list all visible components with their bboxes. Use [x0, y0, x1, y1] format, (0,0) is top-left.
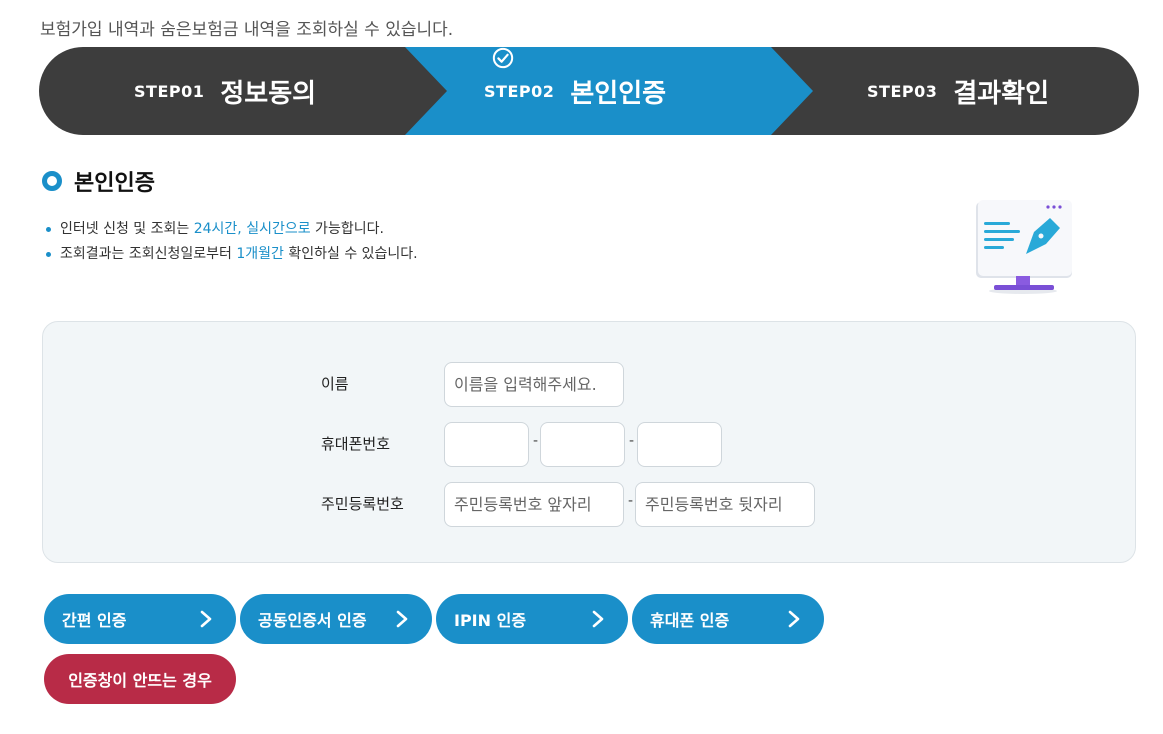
phone-input-2[interactable]	[540, 422, 625, 467]
section-title: 본인인증	[74, 171, 155, 196]
phone-separator: -	[533, 433, 539, 449]
step-1-title: 정보동의	[220, 78, 317, 109]
step-1-number: STEP01	[134, 81, 205, 101]
rrn-label: 주민등록번호	[321, 495, 404, 513]
simple-auth-button[interactable]: 간편 인증	[44, 594, 236, 644]
step-3-number: STEP03	[867, 81, 938, 101]
auth-popup-help-button[interactable]: 인증창이 안뜨는 경우	[44, 654, 236, 704]
name-input[interactable]	[444, 362, 624, 407]
chevron-right-icon	[592, 610, 604, 628]
phone-auth-label: 휴대폰 인증	[650, 611, 730, 630]
page-intro-text: 보험가입 내역과 숨은보험금 내역을 조회하실 수 있습니다.	[40, 20, 454, 40]
chevron-right-icon	[200, 610, 212, 628]
ipin-auth-label: IPIN 인증	[454, 611, 527, 630]
info-notes: 인터넷 신청 및 조회는 24시간, 실시간으로 가능합니다. 조회결과는 조회…	[44, 218, 418, 268]
phone-input-1[interactable]	[444, 422, 529, 467]
step-2-title: 본인인증	[570, 78, 667, 109]
note-item: 인터넷 신청 및 조회는 24시간, 실시간으로 가능합니다.	[44, 218, 418, 243]
step-1: STEP01 정보동의	[134, 47, 316, 135]
ipin-auth-button[interactable]: IPIN 인증	[436, 594, 628, 644]
step-2-active: STEP02 본인인증	[484, 47, 666, 135]
phone-label: 휴대폰번호	[321, 435, 391, 453]
section-heading: 본인인증	[42, 165, 155, 197]
rrn-back-input[interactable]	[635, 482, 815, 527]
chevron-right-icon	[396, 610, 408, 628]
certificate-auth-button[interactable]: 공동인증서 인증	[240, 594, 432, 644]
identity-form-panel: 이름 휴대폰번호 - - 주민등록번호 -	[42, 321, 1136, 563]
name-label: 이름	[321, 375, 349, 393]
phone-auth-button[interactable]: 휴대폰 인증	[632, 594, 824, 644]
step-3-title: 결과확인	[953, 78, 1050, 109]
auth-popup-help-label: 인증창이 안뜨는 경우	[68, 671, 212, 690]
step-progress-bar: STEP01 정보동의 STEP02 본인인증 STEP03 결과확인	[39, 47, 1139, 135]
phone-separator: -	[629, 433, 635, 449]
step-3: STEP03 결과확인	[867, 47, 1049, 135]
certificate-auth-label: 공동인증서 인증	[258, 611, 367, 630]
monitor-pen-illustration	[976, 200, 1072, 294]
ring-bullet-icon	[42, 171, 62, 191]
phone-input-3[interactable]	[637, 422, 722, 467]
chevron-right-icon	[788, 610, 800, 628]
rrn-front-input[interactable]	[444, 482, 624, 527]
check-circle-icon	[492, 47, 514, 69]
simple-auth-label: 간편 인증	[62, 611, 127, 630]
note-item: 조회결과는 조회신청일로부터 1개월간 확인하실 수 있습니다.	[44, 243, 418, 268]
step-2-number: STEP02	[484, 81, 555, 101]
rrn-separator: -	[628, 493, 634, 509]
